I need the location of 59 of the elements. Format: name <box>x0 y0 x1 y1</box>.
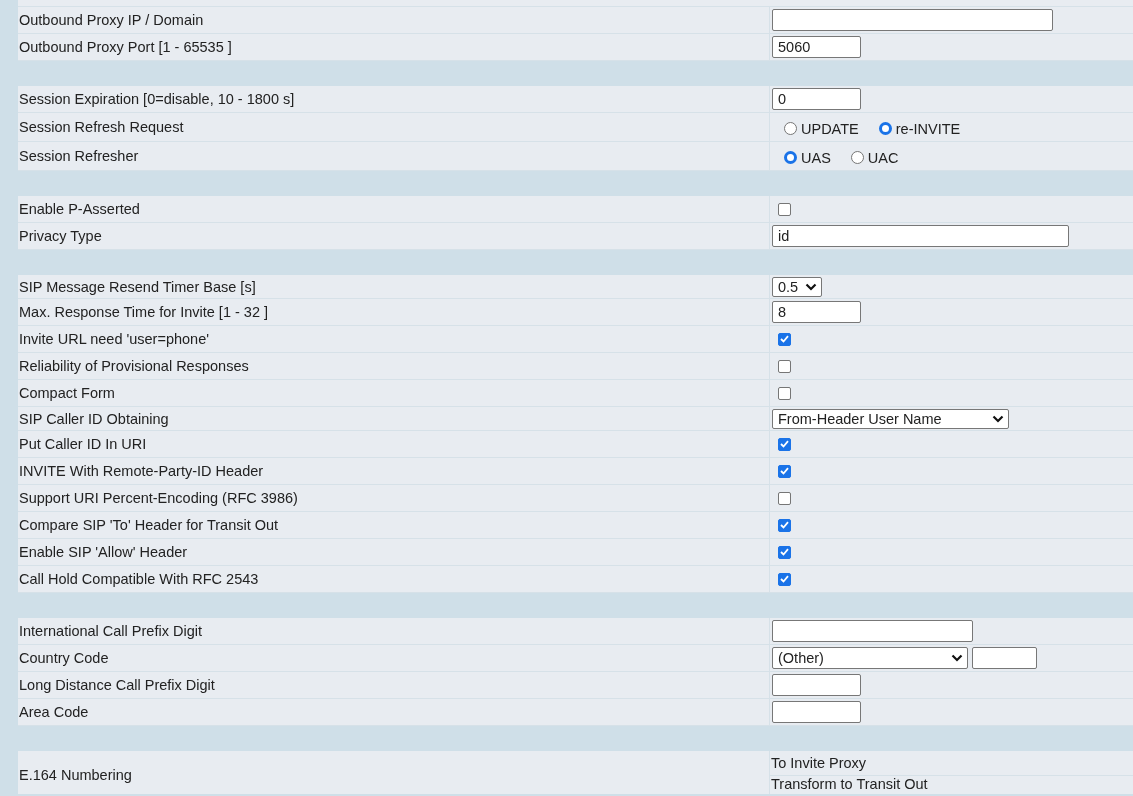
setting-label: Area Code <box>19 704 89 720</box>
setting-label: SIP Caller ID Obtaining <box>19 410 169 427</box>
setting-label: Compact Form <box>19 385 115 401</box>
input-field[interactable]: id <box>772 225 1069 247</box>
setting-label: Support URI Percent-Encoding (RFC 3986) <box>19 490 298 506</box>
checkbox[interactable] <box>778 359 791 373</box>
setting-label: Compare SIP 'To' Header for Transit Out <box>19 517 279 533</box>
input-field[interactable] <box>972 647 1037 669</box>
setting-label: SIP Message Resend Timer Base [s] <box>19 278 256 295</box>
input-field[interactable]: 5060 <box>772 36 861 58</box>
setting-label: Reliability of Provisional Responses <box>19 358 249 374</box>
checkbox[interactable] <box>778 332 791 346</box>
dropdown[interactable]: From-Header User Name <box>772 408 1009 429</box>
setting-label: Put Caller ID In URI <box>19 436 147 452</box>
caret-icon <box>951 654 963 662</box>
dropdown[interactable]: (Other) <box>772 647 968 669</box>
option-label: Transform to Transit Out <box>771 776 928 793</box>
checkbox[interactable] <box>778 572 791 586</box>
option-label: To Invite Proxy <box>771 755 867 771</box>
radio-button[interactable] <box>784 122 797 135</box>
setting-label: Session Refresher <box>19 148 139 164</box>
setting-label: Long Distance Call Prefix Digit <box>19 677 215 693</box>
setting-label: Outbound Proxy Port [1 - 65535 ] <box>19 39 232 55</box>
checkbox[interactable] <box>778 386 791 400</box>
input-field[interactable]: 8 <box>772 301 861 323</box>
setting-label: E.164 Numbering <box>19 766 132 783</box>
radio-button[interactable] <box>784 151 797 164</box>
setting-label: Session Expiration [0=disable, 10 - 1800 s] <box>19 91 295 107</box>
radio-label[interactable]: UPDATE <box>801 120 859 137</box>
radio-button[interactable] <box>878 122 892 135</box>
caret-icon <box>805 282 817 291</box>
checkbox[interactable] <box>778 491 791 505</box>
radio-label[interactable]: UAS <box>801 149 831 166</box>
radio-label[interactable]: re-INVITE <box>895 120 961 137</box>
radio-button[interactable] <box>850 151 864 164</box>
setting-label: Country Code <box>19 650 109 666</box>
input-field[interactable] <box>772 620 973 642</box>
setting-label: Call Hold Compatible With RFC 2543 <box>19 571 259 587</box>
dropdown[interactable]: 0.5 <box>772 276 822 297</box>
input-field[interactable] <box>772 9 1053 31</box>
setting-label: International Call Prefix Digit <box>19 623 202 639</box>
caret-icon <box>992 414 1004 423</box>
checkbox[interactable] <box>778 545 791 559</box>
radio-label[interactable]: UAC <box>867 149 899 166</box>
checkbox[interactable] <box>778 518 791 532</box>
setting-label: Invite URL need 'user=phone' <box>19 331 209 347</box>
setting-label: Session Refresh Request <box>19 119 184 135</box>
setting-label: Max. Response Time for Invite [1 - 32 ] <box>19 304 269 320</box>
checkbox[interactable] <box>778 437 791 451</box>
setting-label: Outbound Proxy IP / Domain <box>19 12 204 28</box>
checkbox[interactable] <box>778 464 791 478</box>
checkbox[interactable] <box>778 202 791 216</box>
setting-label: Enable SIP 'Allow' Header <box>19 544 188 560</box>
input-field[interactable]: 0 <box>772 88 861 110</box>
setting-label: Enable P-Asserted <box>19 201 140 217</box>
input-field[interactable] <box>772 674 861 696</box>
input-field[interactable] <box>772 701 861 723</box>
setting-label: Privacy Type <box>19 228 102 244</box>
setting-label: INVITE With Remote-Party-ID Header <box>19 463 264 479</box>
